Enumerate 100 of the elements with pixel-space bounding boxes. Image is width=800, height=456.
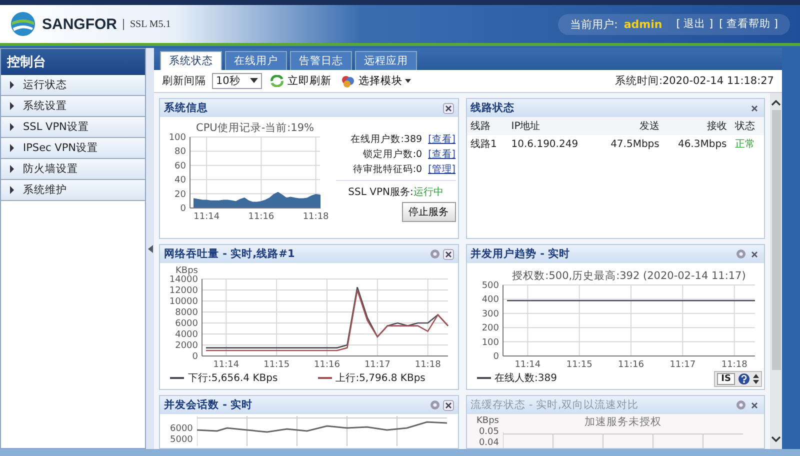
stat-link[interactable]: [查看] (428, 133, 456, 146)
x-tick-label: 11:17 (364, 360, 390, 370)
legend-label: 在线人数:389 (494, 372, 557, 385)
tab[interactable]: 系统状态 (160, 51, 222, 70)
y-tick-label: 40 (174, 176, 186, 186)
scroll-down-icon[interactable] (771, 436, 781, 443)
close-icon[interactable] (749, 400, 760, 410)
sidebar-item[interactable]: 防火墙设置 (1, 159, 145, 180)
x-tick-label: 11:14 (194, 212, 220, 222)
x-tick-label: 11:18 (720, 360, 747, 370)
panel-title: 线路状态 (470, 101, 514, 115)
column-header: IP地址 (507, 117, 596, 135)
x-tick-label: 11:15 (566, 360, 592, 370)
stat-label: 锁定用户数:0 (362, 148, 422, 161)
sidebar-item[interactable]: SSL VPN设置 (1, 117, 145, 138)
sidebar-item[interactable]: 系统设置 (1, 96, 145, 117)
x-tick-label: 11:15 (264, 360, 290, 370)
sidebar-title: 控制台 (1, 49, 145, 75)
y-tick-label: 14000 (169, 275, 198, 285)
product-version: SSL M5.1 (123, 18, 171, 30)
chart-title: 授权数:500,历史最高:392 (2020-02-14 11:17) (512, 270, 746, 282)
y-tick-label: 100 (481, 338, 498, 348)
x-tick-label: 11:14 (213, 360, 240, 370)
ime-mode-button[interactable]: IS (717, 373, 735, 385)
stat-label: 在线用户数:389 (350, 133, 422, 146)
column-header: 线路 (466, 117, 508, 135)
brand-name: SANGFOR (42, 16, 117, 32)
y-tick-label: 8000 (175, 308, 198, 318)
sidebar-item[interactable]: 系统维护 (1, 180, 145, 201)
triangle-icon (9, 144, 15, 152)
header-link[interactable]: [ 查看帮助 ] (719, 17, 778, 31)
sidebar-item[interactable]: 运行状态 (1, 75, 145, 96)
x-tick-label: 11:18 (414, 360, 441, 370)
y-tick-label: 0 (180, 204, 186, 214)
close-icon[interactable] (442, 248, 454, 260)
caret-icon (405, 79, 412, 83)
close-icon[interactable] (749, 248, 760, 260)
y-tick-label: 200 (481, 324, 498, 334)
panel-title: 系统信息 (164, 101, 208, 115)
tab[interactable]: 远程应用 (355, 51, 417, 70)
column-header: 发送 (596, 117, 664, 135)
y-tick-label: 0 (492, 352, 498, 362)
module-icon (341, 74, 356, 88)
tab[interactable]: 告警日志 (290, 51, 352, 70)
table-cell: 线路1 (466, 135, 508, 153)
close-icon[interactable] (749, 102, 760, 114)
table-cell: 47.5Mbps (596, 135, 664, 153)
table-cell: 10.6.190.249 (507, 135, 596, 153)
x-tick-label: 11:14 (514, 360, 540, 370)
spin-arrows-icon[interactable] (753, 373, 759, 385)
y-tick-label: 400 (481, 295, 498, 306)
y-tick-label: 0 (192, 352, 198, 362)
collapse-handle[interactable] (146, 48, 154, 449)
left-arrow-icon (148, 244, 152, 252)
refresh-button[interactable]: 立即刷新 (268, 74, 334, 88)
y-tick-label: 0.05 (478, 427, 499, 437)
panel-title: 并发会话数 - 实时 (164, 398, 253, 412)
stat-label: 待审批特征码:0 (352, 163, 422, 176)
y-tick-label: 100 (168, 133, 186, 143)
tab[interactable]: 在线用户 (225, 51, 287, 70)
sidebar-item[interactable]: IPSec VPN设置 (1, 138, 145, 159)
module-select-button[interactable]: 选择模块 (339, 74, 414, 88)
service-state: 运行中 (413, 187, 444, 198)
x-tick-label: 11:16 (248, 212, 274, 222)
current-user-name: admin (624, 18, 662, 30)
refresh-icon (270, 75, 284, 87)
scrollbar[interactable] (770, 93, 782, 449)
stat-link[interactable]: [查看] (428, 148, 456, 161)
close-icon[interactable] (442, 102, 454, 114)
current-user-label: 当前用户: (570, 16, 618, 32)
x-tick-label: 11:18 (302, 212, 329, 222)
help-icon[interactable] (738, 373, 750, 385)
triangle-icon (9, 165, 15, 173)
triangle-icon (9, 81, 15, 89)
axis-unit-label: KBps (176, 266, 198, 276)
column-header: 接收 (663, 117, 731, 135)
stop-service-button[interactable]: 停止服务 (402, 202, 456, 222)
y-tick-label: 80 (174, 147, 186, 158)
stat-link[interactable]: [管理] (428, 163, 456, 176)
panel-title: 流缓存状态 - 实时,双向以流速对比 (470, 398, 638, 412)
table-cell: 46.3Mbps (663, 135, 731, 153)
chart-title: CPU使用记录-当前:19% (196, 122, 314, 134)
table-cell: 正常 (730, 135, 764, 153)
scroll-up-icon[interactable] (771, 99, 781, 106)
close-icon[interactable] (442, 400, 454, 410)
panel-title: 网络吞吐量 - 实时,线路#1 (164, 247, 295, 261)
legend-label: 下行:5,656.4 KBps (188, 372, 278, 385)
y-tick-label: 12000 (169, 286, 198, 296)
interval-select[interactable]: 10秒 (212, 73, 262, 89)
y-tick-label: 5000 (170, 435, 193, 445)
interval-label: 刷新间隔 (162, 74, 206, 88)
y-tick-label: 60 (174, 161, 186, 172)
column-header: 状态 (730, 117, 764, 135)
y-tick-label: 6000 (170, 424, 193, 434)
service-label: SSL VPN服务: (348, 187, 414, 198)
y-tick-label: 20 (174, 190, 186, 200)
x-tick-label: 11:17 (669, 360, 696, 370)
header-link[interactable]: [ 退出 ] (676, 17, 714, 31)
triangle-icon (9, 102, 15, 110)
x-tick-label: 11:16 (618, 360, 644, 370)
